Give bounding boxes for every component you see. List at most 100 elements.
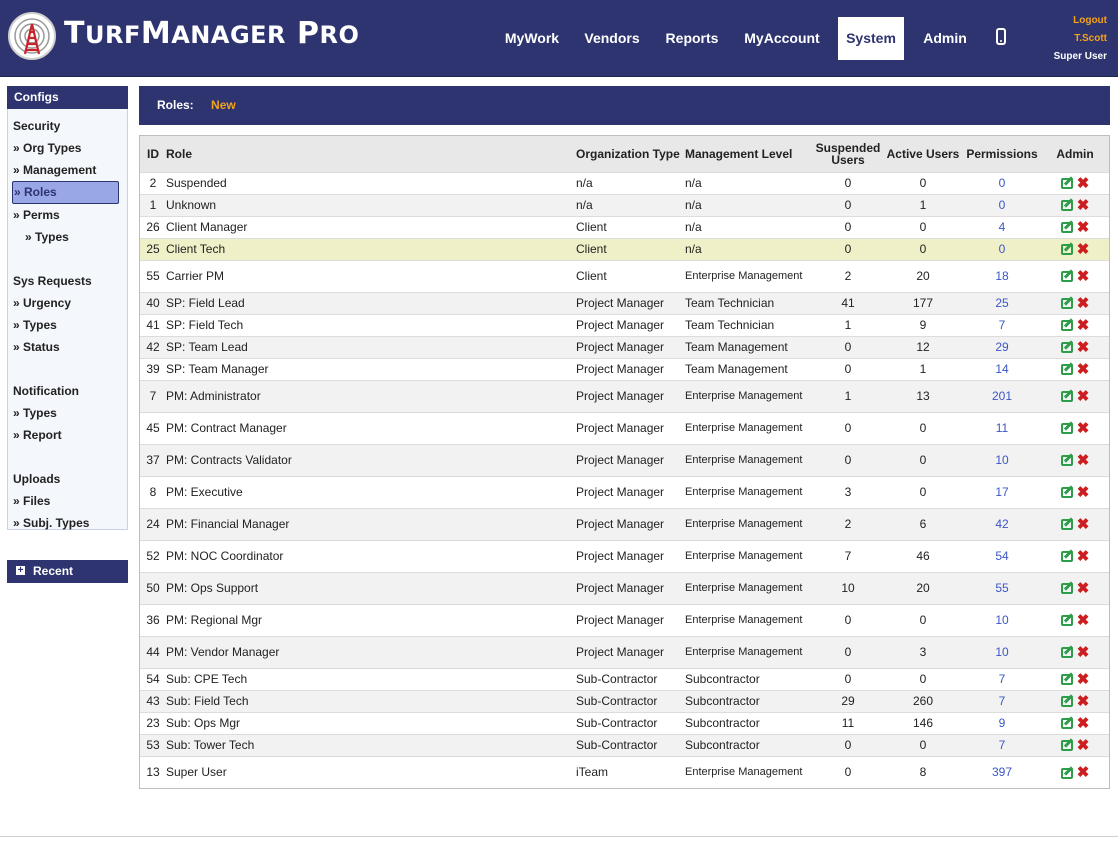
cell-permissions-link[interactable]: 54 <box>963 539 1041 572</box>
edit-icon[interactable] <box>1060 222 1073 234</box>
col-header-role[interactable]: Role <box>166 136 576 172</box>
cell-permissions-link[interactable]: 10 <box>963 635 1041 668</box>
table-row[interactable]: 8 PM: Executive Project Manager Enterprise … <box>140 475 1109 508</box>
recent-toggle[interactable]: + Recent <box>7 560 128 583</box>
cell-permissions-link[interactable]: 42 <box>963 507 1041 540</box>
delete-icon[interactable]: ✖ <box>1077 716 1090 731</box>
cell-permissions-link[interactable]: 7 <box>963 733 1041 756</box>
delete-icon[interactable]: ✖ <box>1077 517 1090 532</box>
sidebar-item-management[interactable]: » Management <box>8 159 127 181</box>
nav-vendors[interactable]: Vendors <box>578 17 646 60</box>
delete-icon[interactable]: ✖ <box>1077 198 1090 213</box>
delete-icon[interactable]: ✖ <box>1077 694 1090 709</box>
table-row[interactable]: 26 Client Manager Client n/a 0 0 4 ✖ <box>140 215 1109 238</box>
sidebar-item-perm-types[interactable]: » Types <box>8 226 127 248</box>
sidebar-item-report[interactable]: » Report <box>8 424 127 446</box>
logout-link[interactable]: Logout <box>1054 12 1107 30</box>
edit-icon[interactable] <box>1060 342 1073 354</box>
edit-icon[interactable] <box>1060 298 1073 310</box>
cell-permissions-link[interactable]: 11 <box>963 411 1041 444</box>
edit-icon[interactable] <box>1060 423 1073 435</box>
nav-myaccount[interactable]: MyAccount <box>738 17 826 60</box>
edit-icon[interactable] <box>1060 519 1073 531</box>
col-header-suspended[interactable]: Suspended Users <box>813 136 883 172</box>
cell-permissions-link[interactable]: 10 <box>963 603 1041 636</box>
cell-permissions-link[interactable]: 201 <box>963 379 1041 412</box>
delete-icon[interactable]: ✖ <box>1077 738 1090 753</box>
delete-icon[interactable]: ✖ <box>1077 765 1090 780</box>
table-row[interactable]: 13 Super User iTeam Enterprise Management 0 8… <box>140 755 1109 788</box>
delete-icon[interactable]: ✖ <box>1077 581 1090 596</box>
delete-icon[interactable]: ✖ <box>1077 269 1090 284</box>
table-row[interactable]: 7 PM: Administrator Project Manager Enterpr… <box>140 379 1109 412</box>
delete-icon[interactable]: ✖ <box>1077 485 1090 500</box>
col-header-id[interactable]: ID <box>140 136 166 172</box>
delete-icon[interactable]: ✖ <box>1077 549 1090 564</box>
sidebar-item-urgency[interactable]: » Urgency <box>8 292 127 314</box>
cell-permissions-link[interactable]: 9 <box>963 711 1041 734</box>
edit-icon[interactable] <box>1060 320 1073 332</box>
delete-icon[interactable]: ✖ <box>1077 389 1090 404</box>
cell-permissions-link[interactable]: 4 <box>963 215 1041 238</box>
col-header-permissions[interactable]: Permissions <box>963 136 1041 172</box>
cell-permissions-link[interactable]: 17 <box>963 475 1041 508</box>
mobile-phone-icon[interactable] <box>996 28 1006 45</box>
nav-admin[interactable]: Admin <box>916 17 974 60</box>
sidebar-item-files[interactable]: » Files <box>8 490 127 512</box>
sidebar-item-org-types[interactable]: » Org Types <box>8 137 127 159</box>
edit-icon[interactable] <box>1060 487 1073 499</box>
edit-icon[interactable] <box>1060 244 1073 256</box>
edit-icon[interactable] <box>1060 583 1073 595</box>
edit-icon[interactable] <box>1060 200 1073 212</box>
edit-icon[interactable] <box>1060 615 1073 627</box>
sidebar-item-subj-types[interactable]: » Subj. Types <box>8 512 127 534</box>
table-row[interactable]: 55 Carrier PM Client Enterprise Management 2… <box>140 259 1109 292</box>
cell-permissions-link[interactable]: 0 <box>963 171 1041 194</box>
sidebar-item-roles[interactable]: » Roles <box>12 181 119 204</box>
cell-permissions-link[interactable]: 7 <box>963 313 1041 336</box>
table-row[interactable]: 52 PM: NOC Coordinator Project Manager Ente… <box>140 539 1109 572</box>
sidebar-item-perms[interactable]: » Perms <box>8 204 127 226</box>
table-row[interactable]: 2 Suspended n/a n/a 0 0 0 ✖ <box>140 171 1109 194</box>
cell-permissions-link[interactable]: 0 <box>963 193 1041 216</box>
delete-icon[interactable]: ✖ <box>1077 296 1090 311</box>
table-row[interactable]: 24 PM: Financial Manager Project Manager En… <box>140 507 1109 540</box>
table-row[interactable]: 50 PM: Ops Support Project Manager Enterpri… <box>140 571 1109 604</box>
edit-icon[interactable] <box>1060 364 1073 376</box>
edit-icon[interactable] <box>1060 551 1073 563</box>
table-row[interactable]: 42 SP: Team Lead Project Manager Team Manag… <box>140 335 1109 358</box>
edit-icon[interactable] <box>1060 391 1073 403</box>
table-row[interactable]: 41 SP: Field Tech Project Manager Team Tech… <box>140 313 1109 336</box>
sidebar-item-request-types[interactable]: » Types <box>8 314 127 336</box>
edit-icon[interactable] <box>1060 455 1073 467</box>
new-role-link[interactable]: New <box>211 98 236 112</box>
table-row[interactable]: 53 Sub: Tower Tech Sub-Contractor Subcontra… <box>140 733 1109 756</box>
delete-icon[interactable]: ✖ <box>1077 340 1090 355</box>
delete-icon[interactable]: ✖ <box>1077 453 1090 468</box>
cell-permissions-link[interactable]: 55 <box>963 571 1041 604</box>
delete-icon[interactable]: ✖ <box>1077 176 1090 191</box>
edit-icon[interactable] <box>1060 178 1073 190</box>
cell-permissions-link[interactable]: 7 <box>963 667 1041 690</box>
table-row[interactable]: 54 Sub: CPE Tech Sub-Contractor Subcontract… <box>140 667 1109 690</box>
delete-icon[interactable]: ✖ <box>1077 318 1090 333</box>
edit-icon[interactable] <box>1060 647 1073 659</box>
cell-permissions-link[interactable]: 14 <box>963 357 1041 380</box>
table-row[interactable]: 45 PM: Contract Manager Project Manager Ent… <box>140 411 1109 444</box>
col-header-active[interactable]: Active Users <box>883 136 963 172</box>
cell-permissions-link[interactable]: 29 <box>963 335 1041 358</box>
delete-icon[interactable]: ✖ <box>1077 421 1090 436</box>
table-row[interactable]: 44 PM: Vendor Manager Project Manager Enter… <box>140 635 1109 668</box>
nav-reports[interactable]: Reports <box>658 17 726 60</box>
delete-icon[interactable]: ✖ <box>1077 362 1090 377</box>
delete-icon[interactable]: ✖ <box>1077 220 1090 235</box>
edit-icon[interactable] <box>1060 740 1073 752</box>
tower-logo-icon[interactable] <box>8 12 56 60</box>
user-name-link[interactable]: T.Scott <box>1054 30 1107 48</box>
cell-permissions-link[interactable]: 18 <box>963 259 1041 292</box>
edit-icon[interactable] <box>1060 696 1073 708</box>
cell-permissions-link[interactable]: 397 <box>963 755 1041 788</box>
nav-system[interactable]: System <box>838 17 904 60</box>
table-row[interactable]: 1 Unknown n/a n/a 0 1 0 ✖ <box>140 193 1109 216</box>
table-row[interactable]: 25 Client Tech Client n/a 0 0 0 ✖ <box>140 237 1109 260</box>
